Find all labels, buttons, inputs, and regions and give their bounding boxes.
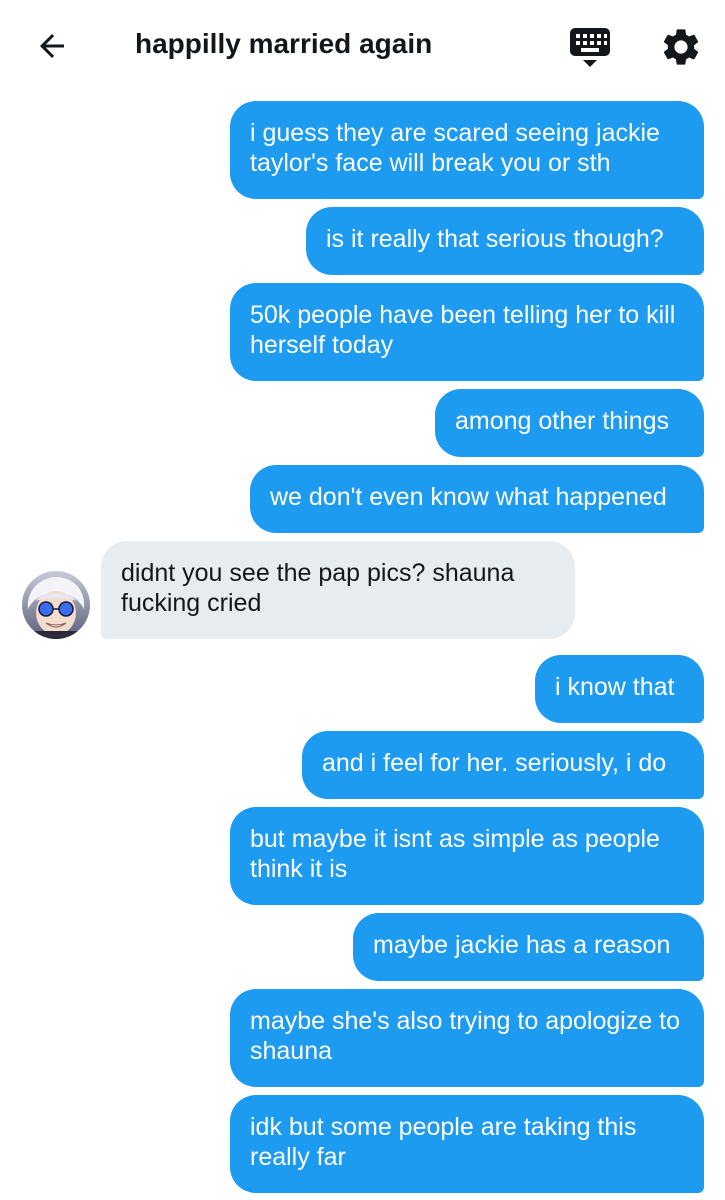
settings-button[interactable] — [658, 24, 704, 70]
conversation-title: happilly married again — [135, 28, 433, 59]
conversation-header: happilly married again — [0, 0, 725, 90]
message-bubble-outgoing[interactable]: i know that — [535, 655, 704, 723]
keyboard-icon — [570, 28, 610, 67]
keyboard-shortcuts-button[interactable] — [566, 26, 614, 70]
message-bubble-outgoing[interactable]: i guess they are scared seeing jackie ta… — [230, 101, 704, 199]
message-bubble-outgoing[interactable]: maybe jackie has a reason — [353, 913, 704, 981]
contact-avatar-image — [22, 571, 90, 639]
arrow-left-icon — [40, 34, 64, 58]
gear-icon — [663, 29, 699, 65]
avatar[interactable] — [22, 571, 90, 639]
message-bubble-outgoing[interactable]: and i feel for her. seriously, i do — [302, 731, 704, 799]
message-bubble-outgoing[interactable]: is it really that serious though? — [306, 207, 704, 275]
bottom-edge — [0, 1194, 725, 1200]
message-bubble-outgoing[interactable]: among other things — [435, 389, 704, 457]
message-bubble-outgoing[interactable]: idk but some people are taking this real… — [230, 1095, 704, 1193]
message-bubble-outgoing[interactable]: maybe she's also trying to apologize to … — [230, 989, 704, 1087]
message-bubble-outgoing[interactable]: we don't even know what happened — [250, 465, 704, 533]
back-button[interactable] — [30, 26, 74, 66]
message-bubble-outgoing[interactable]: 50k people have been telling her to kill… — [230, 283, 704, 381]
message-bubble-incoming[interactable]: didnt you see the pap pics? shauna fucki… — [101, 541, 575, 639]
message-bubble-outgoing[interactable]: but maybe it isnt as simple as people th… — [230, 807, 704, 905]
